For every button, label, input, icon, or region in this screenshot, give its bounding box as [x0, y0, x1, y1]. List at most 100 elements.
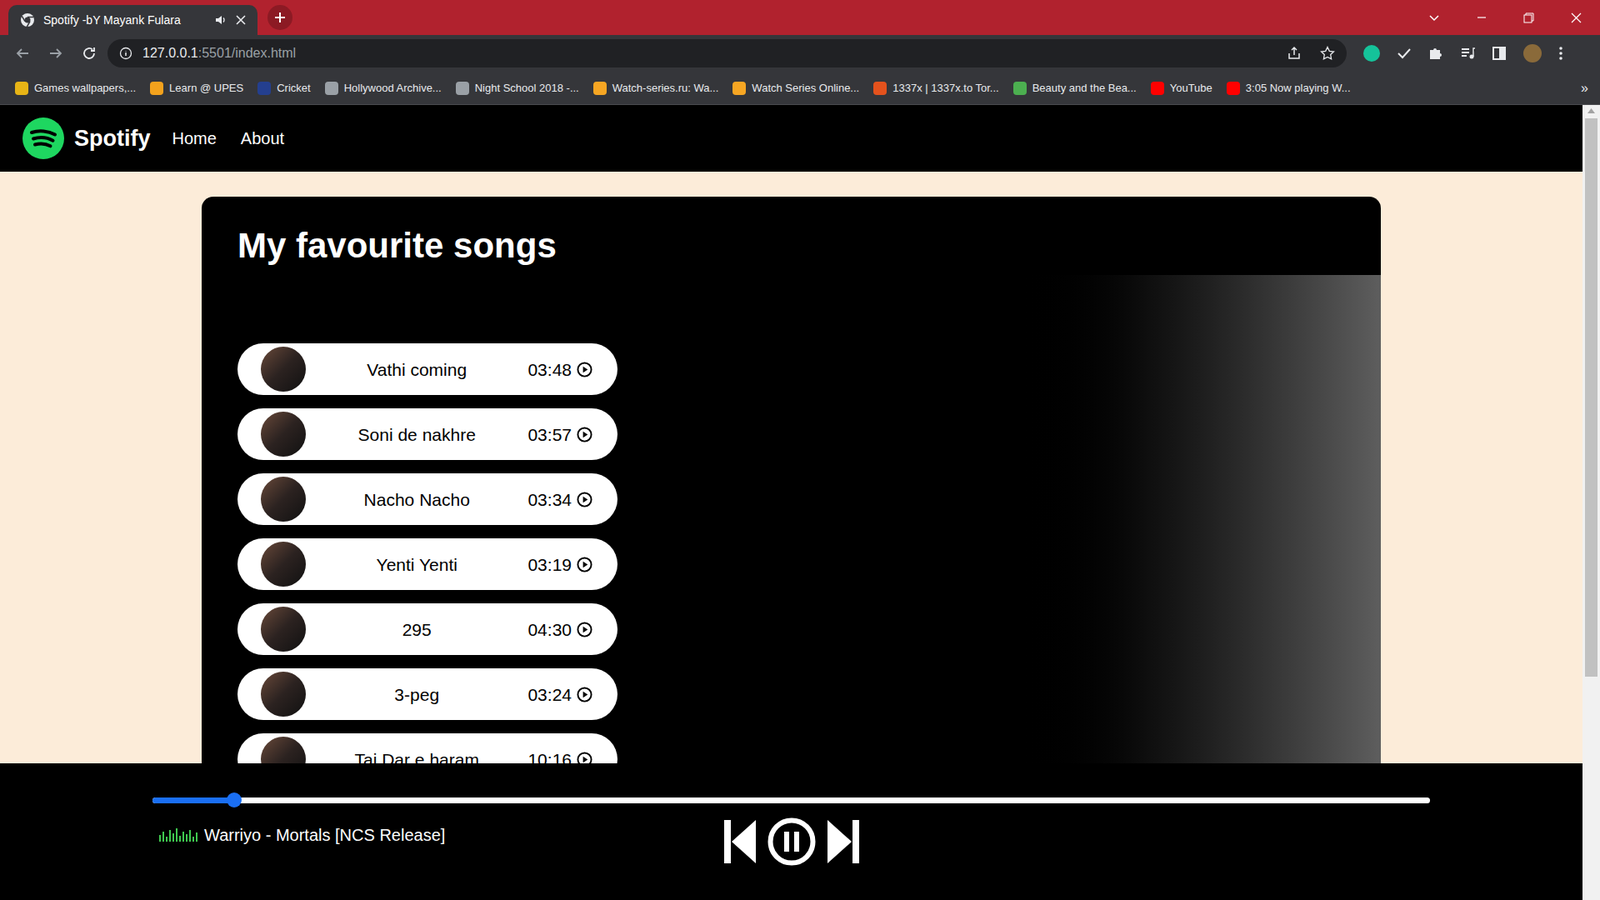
- song-name: 3-peg: [305, 681, 528, 709]
- bookmark-favicon-icon: [257, 81, 271, 95]
- tab[interactable]: Spotify -bY Mayank Fulara: [8, 5, 258, 35]
- bookmark-favicon-icon: [1150, 81, 1165, 95]
- song-item[interactable]: Yenti Yenti03:19: [237, 538, 618, 590]
- song-item[interactable]: Soni de nakhre03:57: [237, 408, 618, 460]
- song-cover: [260, 671, 306, 717]
- play-circle-icon[interactable]: [576, 491, 593, 508]
- nav-links: Home About: [172, 125, 285, 151]
- menu-dots-icon[interactable]: [1558, 45, 1564, 61]
- tab-list: Spotify -bY Mayank Fulara: [8, 5, 258, 35]
- bookmarks-bar: Games wallpapers,... Learn @ UPES Cricket H…: [0, 71, 1600, 105]
- song-item[interactable]: 3-peg03:24: [237, 668, 618, 720]
- tab-strip: Spotify -bY Mayank Fulara: [0, 0, 1600, 35]
- close-icon: [1570, 12, 1582, 24]
- brand[interactable]: Spotify: [74, 121, 151, 156]
- bookmark-list: Games wallpapers,... Learn @ UPES Cricket H…: [15, 80, 1351, 97]
- nav-link[interactable]: Home: [172, 125, 217, 151]
- play-pause-button[interactable]: [767, 817, 816, 866]
- song-cover: [260, 346, 306, 392]
- song-list: Vathi coming03:48 Soni de nakhre03:57 Nach…: [237, 343, 618, 785]
- song-cover: [260, 476, 306, 522]
- previous-icon[interactable]: [724, 819, 756, 865]
- equalizer-icon: [159, 828, 200, 842]
- bookmark[interactable]: 3:05 Now playing W...: [1226, 80, 1351, 97]
- profile-avatar-icon[interactable]: [1523, 44, 1542, 63]
- bookmark[interactable]: Watch Series Online...: [732, 80, 860, 97]
- song-item[interactable]: Vathi coming03:48: [237, 343, 618, 395]
- plus-icon: [273, 10, 287, 25]
- song-item[interactable]: 29504:30: [237, 603, 618, 655]
- share-icon[interactable]: [1286, 45, 1302, 61]
- viewport: Spotify HomeAbout My favourite songs Vat…: [0, 105, 1600, 900]
- back-arrow-icon[interactable]: [15, 45, 30, 61]
- play-circle-icon[interactable]: [576, 621, 593, 638]
- scrollbar[interactable]: [1582, 105, 1600, 900]
- pause-circle-icon: [767, 817, 816, 866]
- reload-icon[interactable]: [81, 45, 97, 61]
- bookmark[interactable]: Cricket: [257, 80, 310, 97]
- forward-arrow-icon[interactable]: [48, 45, 64, 61]
- bookmark[interactable]: Games wallpapers,...: [15, 80, 136, 97]
- restore-button[interactable]: [1505, 0, 1553, 35]
- omnibox[interactable]: 127.0.0.1:5501/index.html: [107, 39, 1347, 68]
- close-window-button[interactable]: [1552, 0, 1600, 35]
- bookmark[interactable]: 1337x | 1337x.to Tor...: [873, 80, 999, 97]
- sidebar-icon[interactable]: [1491, 45, 1507, 61]
- minimize-button[interactable]: [1457, 0, 1505, 35]
- scroll-up-icon[interactable]: [1587, 108, 1595, 114]
- song-name: Soni de nakhre: [305, 421, 528, 449]
- minimize-icon: [1476, 12, 1487, 23]
- player-row: Warriyo - Mortals [NCS Release]: [152, 817, 1430, 866]
- bookmark[interactable]: Learn @ UPES: [150, 80, 244, 97]
- bookmark-favicon-icon: [873, 81, 887, 95]
- page: Spotify HomeAbout My favourite songs Vat…: [0, 105, 1583, 900]
- progress-fill: [152, 797, 235, 804]
- song-duration: 03:34: [527, 486, 572, 514]
- play-circle-icon[interactable]: [576, 426, 593, 443]
- bookmark[interactable]: Night School 2018 -...: [455, 80, 580, 97]
- progress-slider[interactable]: [152, 792, 1430, 808]
- bookmark[interactable]: Beauty and the Bea...: [1013, 80, 1137, 97]
- browser-window: Spotify -bY Mayank Fulara 127.0.0.1:55: [0, 0, 1600, 900]
- bookmark-favicon-icon: [15, 81, 29, 95]
- check-icon[interactable]: [1396, 45, 1412, 61]
- close-tab-icon[interactable]: [235, 15, 246, 25]
- song-duration: 03:24: [527, 681, 572, 709]
- nav-link[interactable]: About: [240, 125, 285, 151]
- chrome-icon: [20, 12, 35, 28]
- bookmark-favicon-icon: [732, 81, 746, 95]
- star-icon[interactable]: [1320, 45, 1335, 61]
- bookmark-favicon-icon: [593, 81, 607, 95]
- restore-icon: [1523, 12, 1535, 24]
- progress-thumb[interactable]: [226, 792, 242, 808]
- bookmarks-overflow-button[interactable]: »: [1580, 78, 1589, 99]
- play-circle-icon[interactable]: [576, 556, 593, 573]
- speaker-icon[interactable]: [214, 13, 228, 27]
- spotify-logo-icon[interactable]: [22, 117, 65, 160]
- now-playing: Warriyo - Mortals [NCS Release]: [159, 822, 579, 848]
- song-duration: 03:57: [527, 421, 572, 449]
- grammarly-icon[interactable]: [1363, 45, 1380, 62]
- song-item[interactable]: Nacho Nacho03:34: [237, 473, 618, 525]
- song-cover: [260, 411, 306, 457]
- tab-search-button[interactable]: [1410, 0, 1458, 35]
- info-icon[interactable]: [119, 46, 133, 60]
- new-tab-button[interactable]: [267, 5, 293, 30]
- song-duration: 04:30: [527, 616, 572, 644]
- play-circle-icon[interactable]: [576, 361, 593, 378]
- play-circle-icon[interactable]: [576, 686, 593, 703]
- url[interactable]: 127.0.0.1:5501/index.html: [142, 43, 1287, 64]
- scrollbar-thumb[interactable]: [1585, 118, 1598, 677]
- puzzle-icon[interactable]: [1428, 45, 1444, 61]
- extensions: [1363, 44, 1564, 63]
- media-icon[interactable]: [1460, 45, 1475, 61]
- bookmark[interactable]: Watch-series.ru: Wa...: [593, 80, 720, 97]
- bookmark[interactable]: Hollywood Archive...: [325, 80, 442, 97]
- next-icon[interactable]: [827, 819, 860, 865]
- bookmark-favicon-icon: [150, 81, 164, 95]
- song-cover: [260, 606, 306, 652]
- bookmark-favicon-icon: [325, 81, 339, 95]
- bookmark-favicon-icon: [455, 81, 470, 95]
- bookmark-favicon-icon: [1226, 81, 1240, 95]
- bookmark[interactable]: YouTube: [1150, 80, 1213, 97]
